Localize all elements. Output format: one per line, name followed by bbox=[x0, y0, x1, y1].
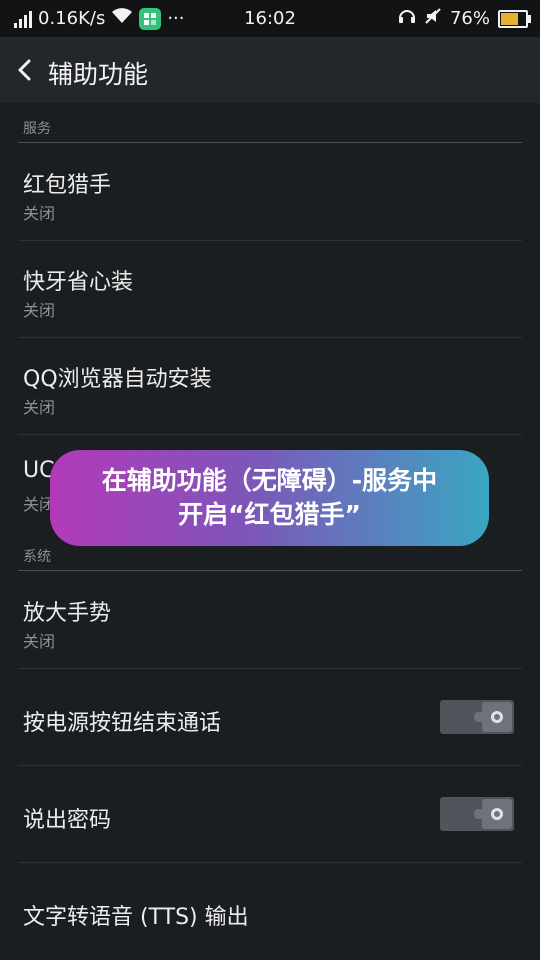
speak-passwords-toggle[interactable] bbox=[440, 797, 514, 831]
list-item-speak-passwords[interactable]: 说出密码 bbox=[0, 766, 540, 862]
list-item-title: 快牙省心装 bbox=[23, 270, 134, 295]
section-header-system: 系统 bbox=[23, 549, 51, 565]
toast-hint: 在辅助功能（无障碍）-服务中 开启“红包猎手” bbox=[50, 450, 489, 546]
toggle-notch bbox=[474, 809, 482, 819]
list-item-title: 按电源按钮结束通话 bbox=[23, 711, 222, 736]
toast-line-1: 在辅助功能（无障碍）-服务中 bbox=[101, 466, 438, 495]
list-item-title: QQ浏览器自动安装 bbox=[23, 367, 212, 392]
list-item-title: 文字转语音 (TTS) 输出 bbox=[23, 905, 249, 930]
list-item-status: 关闭 bbox=[23, 204, 56, 223]
status-time: 16:02 bbox=[244, 8, 296, 29]
list-item-hongbao-hunter[interactable]: 红包猎手 关闭 bbox=[0, 143, 540, 240]
toggle-knob bbox=[482, 702, 512, 732]
status-right: 76% bbox=[398, 0, 531, 37]
status-bar: 0.16K/s ··· 16:02 76% bbox=[0, 0, 540, 37]
battery-icon bbox=[498, 9, 531, 28]
battery-percent: 76% bbox=[449, 8, 490, 29]
section-header-services: 服务 bbox=[23, 121, 51, 137]
page-title: 辅助功能 bbox=[48, 60, 149, 89]
list-item-qq-browser[interactable]: QQ浏览器自动安装 关闭 bbox=[0, 338, 540, 434]
toggle-knob bbox=[482, 799, 512, 829]
list-item-title: 放大手势 bbox=[23, 601, 112, 626]
list-item-title: 红包猎手 bbox=[23, 173, 112, 198]
headset-icon bbox=[398, 7, 416, 30]
back-button[interactable] bbox=[12, 57, 38, 83]
toggle-notch bbox=[474, 712, 482, 722]
title-bar: 辅助功能 bbox=[0, 37, 540, 103]
toast-line-2: 开启“红包猎手” bbox=[178, 500, 361, 529]
list-item-status: 关闭 bbox=[23, 398, 56, 417]
list-item-kuaiya[interactable]: 快牙省心装 关闭 bbox=[0, 241, 540, 337]
power-ends-call-toggle[interactable] bbox=[440, 700, 514, 734]
mute-icon bbox=[424, 7, 442, 30]
list-item-status: 关闭 bbox=[23, 632, 56, 651]
list-item-magnification[interactable]: 放大手势 关闭 bbox=[0, 571, 540, 668]
list-item-status: 关闭 bbox=[23, 301, 56, 320]
chevron-left-icon bbox=[18, 59, 31, 81]
list-item-title: 说出密码 bbox=[23, 808, 112, 833]
list-item-tts-output[interactable]: 文字转语音 (TTS) 输出 bbox=[0, 863, 540, 960]
list-item-power-ends-call[interactable]: 按电源按钮结束通话 bbox=[0, 669, 540, 765]
